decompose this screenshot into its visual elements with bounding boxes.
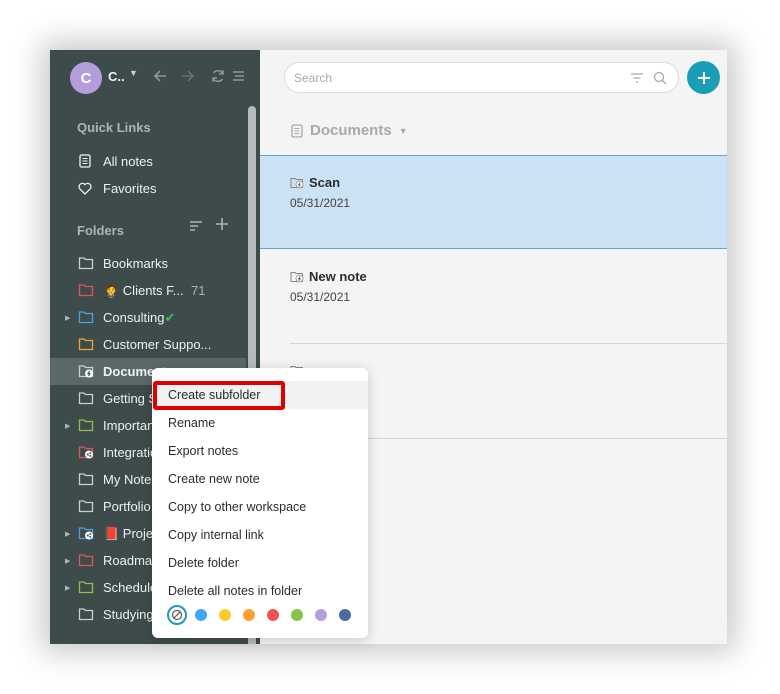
check-mark-icon: ✔	[164, 309, 176, 325]
folder-label: Bookmarks	[103, 256, 169, 271]
folder-icon	[78, 500, 94, 513]
folder-icon	[78, 365, 94, 378]
list-title[interactable]: Documents ▼	[291, 122, 408, 139]
add-note-button[interactable]	[687, 61, 720, 94]
folder-context-menu: Create subfolder Rename Export notes Create…	[152, 368, 368, 638]
folder-count: 71	[191, 283, 206, 298]
folder-label: Consulting✔	[103, 309, 176, 325]
folder-color-picker	[167, 605, 363, 625]
quick-link-favorites[interactable]: Favorites	[77, 176, 156, 200]
sync-icon[interactable]	[208, 66, 228, 86]
context-menu-item[interactable]: Delete folder	[152, 549, 368, 577]
plus-icon	[697, 71, 710, 84]
forward-arrow-icon[interactable]	[178, 66, 198, 86]
folder-label: Customer Suppo...	[103, 337, 212, 352]
folder-icon	[78, 392, 94, 405]
note-item[interactable]: New note 05/31/2021	[260, 250, 727, 344]
quick-link-all-notes[interactable]: All notes	[77, 149, 153, 173]
color-swatch[interactable]	[291, 609, 303, 621]
note-date: 05/31/2021	[290, 196, 351, 210]
expand-caret-icon[interactable]: ▶	[65, 422, 70, 430]
folder-label: 🤵 Clients F...	[103, 282, 184, 298]
expand-caret-icon[interactable]: ▶	[65, 530, 70, 538]
folder-icon	[78, 419, 94, 432]
color-swatch[interactable]	[315, 609, 327, 621]
folder-label: Studying	[103, 607, 154, 622]
add-folder-icon[interactable]	[215, 217, 229, 231]
heart-icon	[77, 182, 93, 195]
context-menu-item[interactable]: Delete all notes in folder	[152, 577, 368, 605]
note-item[interactable]: Scan 05/31/2021	[260, 155, 727, 249]
folder-item[interactable]: 🤵 Clients F... 71	[50, 277, 246, 304]
expand-caret-icon[interactable]: ▶	[65, 584, 70, 592]
folder-icon	[78, 527, 94, 540]
folder-item[interactable]: Bookmarks	[50, 250, 246, 277]
document-icon	[291, 123, 303, 138]
workspace-name[interactable]: C..	[108, 69, 125, 84]
folder-icon	[78, 608, 94, 621]
expand-caret-icon[interactable]: ▶	[65, 314, 70, 322]
folders-title: Folders	[77, 223, 124, 238]
list-title-chevron-down-icon: ▼	[398, 125, 408, 136]
folder-label: Schedule	[103, 580, 158, 595]
quick-link-label: Favorites	[103, 180, 157, 196]
workspace-avatar[interactable]: C	[70, 62, 102, 94]
note-title: Scan	[309, 175, 341, 190]
folder-icon	[78, 446, 94, 459]
note-title: New note	[309, 269, 367, 284]
folder-label: Roadmap	[103, 553, 160, 568]
context-menu-item[interactable]: Export notes	[152, 437, 368, 465]
context-menu-item[interactable]: Copy internal link	[152, 521, 368, 549]
sort-folders-icon[interactable]	[189, 220, 203, 232]
folder-icon	[78, 473, 94, 486]
search-icon[interactable]	[652, 70, 668, 86]
note-scan-icon	[290, 272, 304, 283]
workspace-chevron-down-icon[interactable]: ▼	[129, 68, 138, 78]
quick-links-title: Quick Links	[77, 120, 151, 135]
filter-icon[interactable]	[629, 70, 645, 86]
context-menu-item[interactable]: Rename	[152, 409, 368, 437]
folder-item[interactable]: ▶ Consulting✔	[50, 304, 246, 331]
color-swatch[interactable]	[195, 609, 207, 621]
color-swatch[interactable]	[267, 609, 279, 621]
folder-icon	[78, 311, 94, 324]
color-swatch[interactable]	[219, 609, 231, 621]
folder-label: Important	[103, 418, 158, 433]
note-scan-icon	[290, 178, 304, 189]
divider	[290, 343, 727, 344]
no-color-swatch[interactable]	[167, 605, 187, 625]
search-input[interactable]	[294, 70, 614, 85]
color-swatch[interactable]	[243, 609, 255, 621]
folder-icon	[78, 581, 94, 594]
list-title-text: Documents	[310, 122, 392, 139]
folder-icon	[78, 554, 94, 567]
folder-icon	[78, 257, 94, 270]
menu-icon[interactable]	[228, 66, 248, 86]
expand-caret-icon[interactable]: ▶	[65, 557, 70, 565]
folder-label: Portfolio	[103, 499, 151, 514]
note-date: 05/31/2021	[290, 290, 351, 304]
sidebar-topbar: C C.. ▼	[50, 50, 260, 106]
context-menu-item[interactable]: Create new note	[152, 465, 368, 493]
context-menu-item[interactable]: Create subfolder	[152, 381, 368, 409]
folder-label: My Notes	[103, 472, 158, 487]
search-bar	[284, 62, 679, 93]
back-arrow-icon[interactable]	[150, 66, 170, 86]
folder-icon	[78, 284, 94, 297]
folder-icon	[78, 338, 94, 351]
folder-item[interactable]: Customer Suppo...	[50, 331, 246, 358]
quick-link-label: All notes	[103, 153, 153, 169]
note-icon	[77, 154, 93, 168]
context-menu-item[interactable]: Copy to other workspace	[152, 493, 368, 521]
color-swatch[interactable]	[339, 609, 351, 621]
